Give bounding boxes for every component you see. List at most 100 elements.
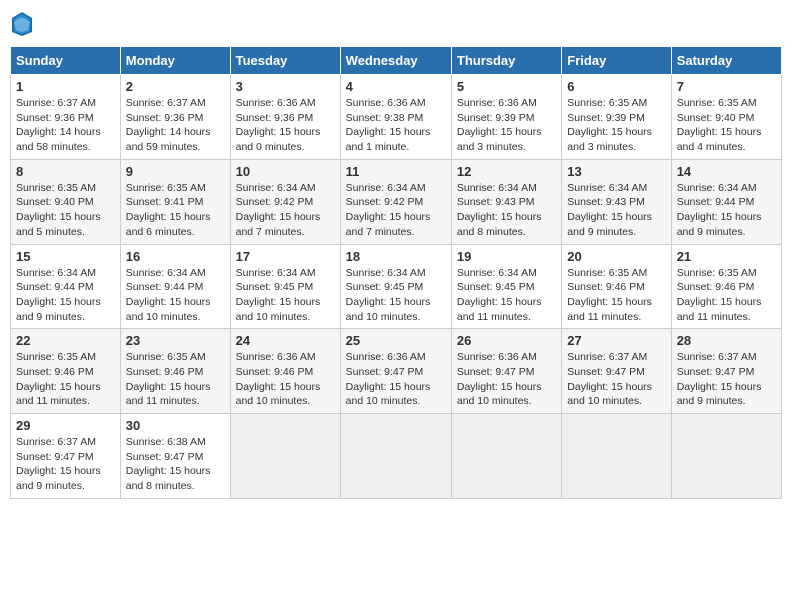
calendar-cell: 4 Sunrise: 6:36 AMSunset: 9:38 PMDaylight… <box>340 75 451 160</box>
day-info: Sunrise: 6:34 AMSunset: 9:45 PMDaylight:… <box>236 266 335 325</box>
calendar-cell <box>340 414 451 499</box>
day-info: Sunrise: 6:35 AMSunset: 9:39 PMDaylight:… <box>567 96 665 155</box>
day-info: Sunrise: 6:34 AMSunset: 9:42 PMDaylight:… <box>346 181 446 240</box>
calendar-cell: 13 Sunrise: 6:34 AMSunset: 9:43 PMDayligh… <box>562 159 671 244</box>
calendar-cell: 25Sunrise: 6:36 AMSunset: 9:47 PMDayligh… <box>340 329 451 414</box>
day-info: Sunrise: 6:36 AMSunset: 9:38 PMDaylight:… <box>346 96 446 155</box>
calendar-cell: 30Sunrise: 6:38 AMSunset: 9:47 PMDayligh… <box>120 414 230 499</box>
calendar-cell: 28 Sunrise: 6:37 AMSunset: 9:47 PMDayligh… <box>671 329 781 414</box>
day-info: Sunrise: 6:35 AMSunset: 9:40 PMDaylight:… <box>16 181 115 240</box>
day-number: 28 <box>677 333 776 348</box>
calendar-week-row: 29 Sunrise: 6:37 AMSunset: 9:47 PMDayligh… <box>11 414 782 499</box>
calendar-cell: 23 Sunrise: 6:35 AMSunset: 9:46 PMDayligh… <box>120 329 230 414</box>
day-info: Sunrise: 6:37 AMSunset: 9:47 PMDaylight:… <box>16 435 115 494</box>
calendar-cell <box>230 414 340 499</box>
day-info: Sunrise: 6:34 AMSunset: 9:44 PMDaylight:… <box>126 266 225 325</box>
day-number: 16 <box>126 249 225 264</box>
day-info: Sunrise: 6:34 AMSunset: 9:45 PMDaylight:… <box>346 266 446 325</box>
day-info: Sunrise: 6:35 AMSunset: 9:46 PMDaylight:… <box>677 266 776 325</box>
day-number: 9 <box>126 164 225 179</box>
calendar-cell: 15 Sunrise: 6:34 AMSunset: 9:44 PMDayligh… <box>11 244 121 329</box>
day-info: Sunrise: 6:35 AMSunset: 9:40 PMDaylight:… <box>677 96 776 155</box>
day-number: 7 <box>677 79 776 94</box>
calendar-cell: 21 Sunrise: 6:35 AMSunset: 9:46 PMDayligh… <box>671 244 781 329</box>
day-info: Sunrise: 6:34 AMSunset: 9:44 PMDaylight:… <box>677 181 776 240</box>
day-info: Sunrise: 6:36 AMSunset: 9:46 PMDaylight:… <box>236 350 335 409</box>
day-number: 22 <box>16 333 115 348</box>
calendar-cell: 16 Sunrise: 6:34 AMSunset: 9:44 PMDayligh… <box>120 244 230 329</box>
day-info: Sunrise: 6:38 AMSunset: 9:47 PMDaylight:… <box>126 435 225 494</box>
weekday-header: Sunday <box>11 47 121 75</box>
day-info: Sunrise: 6:35 AMSunset: 9:46 PMDaylight:… <box>567 266 665 325</box>
day-number: 24 <box>236 333 335 348</box>
day-number: 19 <box>457 249 556 264</box>
day-number: 8 <box>16 164 115 179</box>
day-number: 23 <box>126 333 225 348</box>
day-number: 4 <box>346 79 446 94</box>
day-info: Sunrise: 6:34 AMSunset: 9:44 PMDaylight:… <box>16 266 115 325</box>
page-header <box>10 10 782 38</box>
day-number: 6 <box>567 79 665 94</box>
calendar-cell: 12 Sunrise: 6:34 AMSunset: 9:43 PMDayligh… <box>451 159 561 244</box>
logo-icon <box>10 10 34 38</box>
weekday-header: Friday <box>562 47 671 75</box>
day-info: Sunrise: 6:36 AMSunset: 9:47 PMDaylight:… <box>457 350 556 409</box>
calendar: SundayMondayTuesdayWednesdayThursdayFrid… <box>10 46 782 499</box>
day-info: Sunrise: 6:36 AMSunset: 9:36 PMDaylight:… <box>236 96 335 155</box>
day-number: 27 <box>567 333 665 348</box>
calendar-cell: 24 Sunrise: 6:36 AMSunset: 9:46 PMDayligh… <box>230 329 340 414</box>
calendar-cell: 6 Sunrise: 6:35 AMSunset: 9:39 PMDaylight… <box>562 75 671 160</box>
day-number: 3 <box>236 79 335 94</box>
day-number: 11 <box>346 164 446 179</box>
day-number: 18 <box>346 249 446 264</box>
calendar-week-row: 15 Sunrise: 6:34 AMSunset: 9:44 PMDayligh… <box>11 244 782 329</box>
day-info: Sunrise: 6:34 AMSunset: 9:45 PMDaylight:… <box>457 266 556 325</box>
calendar-cell: 14 Sunrise: 6:34 AMSunset: 9:44 PMDayligh… <box>671 159 781 244</box>
calendar-cell: 5 Sunrise: 6:36 AMSunset: 9:39 PMDaylight… <box>451 75 561 160</box>
day-info: Sunrise: 6:34 AMSunset: 9:42 PMDaylight:… <box>236 181 335 240</box>
calendar-cell: 20 Sunrise: 6:35 AMSunset: 9:46 PMDayligh… <box>562 244 671 329</box>
day-number: 2 <box>126 79 225 94</box>
day-number: 25 <box>346 333 446 348</box>
weekday-header: Tuesday <box>230 47 340 75</box>
weekday-header: Monday <box>120 47 230 75</box>
day-number: 29 <box>16 418 115 433</box>
day-number: 5 <box>457 79 556 94</box>
day-number: 26 <box>457 333 556 348</box>
calendar-cell: 2 Sunrise: 6:37 AMSunset: 9:36 PMDaylight… <box>120 75 230 160</box>
day-info: Sunrise: 6:37 AMSunset: 9:36 PMDaylight:… <box>16 96 115 155</box>
calendar-cell <box>671 414 781 499</box>
calendar-cell <box>451 414 561 499</box>
day-number: 17 <box>236 249 335 264</box>
day-info: Sunrise: 6:36 AMSunset: 9:39 PMDaylight:… <box>457 96 556 155</box>
day-number: 13 <box>567 164 665 179</box>
day-number: 14 <box>677 164 776 179</box>
calendar-cell <box>562 414 671 499</box>
calendar-cell: 8 Sunrise: 6:35 AMSunset: 9:40 PMDaylight… <box>11 159 121 244</box>
calendar-cell: 29 Sunrise: 6:37 AMSunset: 9:47 PMDayligh… <box>11 414 121 499</box>
day-info: Sunrise: 6:35 AMSunset: 9:41 PMDaylight:… <box>126 181 225 240</box>
day-number: 20 <box>567 249 665 264</box>
day-info: Sunrise: 6:34 AMSunset: 9:43 PMDaylight:… <box>567 181 665 240</box>
calendar-week-row: 8 Sunrise: 6:35 AMSunset: 9:40 PMDaylight… <box>11 159 782 244</box>
day-number: 1 <box>16 79 115 94</box>
day-number: 12 <box>457 164 556 179</box>
calendar-cell: 3 Sunrise: 6:36 AMSunset: 9:36 PMDaylight… <box>230 75 340 160</box>
day-number: 10 <box>236 164 335 179</box>
day-info: Sunrise: 6:35 AMSunset: 9:46 PMDaylight:… <box>16 350 115 409</box>
calendar-week-row: 1 Sunrise: 6:37 AMSunset: 9:36 PMDaylight… <box>11 75 782 160</box>
day-info: Sunrise: 6:34 AMSunset: 9:43 PMDaylight:… <box>457 181 556 240</box>
day-info: Sunrise: 6:37 AMSunset: 9:47 PMDaylight:… <box>567 350 665 409</box>
calendar-cell: 18 Sunrise: 6:34 AMSunset: 9:45 PMDayligh… <box>340 244 451 329</box>
calendar-cell: 10 Sunrise: 6:34 AMSunset: 9:42 PMDayligh… <box>230 159 340 244</box>
calendar-week-row: 22 Sunrise: 6:35 AMSunset: 9:46 PMDayligh… <box>11 329 782 414</box>
calendar-cell: 19 Sunrise: 6:34 AMSunset: 9:45 PMDayligh… <box>451 244 561 329</box>
weekday-header: Thursday <box>451 47 561 75</box>
day-info: Sunrise: 6:37 AMSunset: 9:47 PMDaylight:… <box>677 350 776 409</box>
calendar-cell: 9 Sunrise: 6:35 AMSunset: 9:41 PMDaylight… <box>120 159 230 244</box>
calendar-cell: 26 Sunrise: 6:36 AMSunset: 9:47 PMDayligh… <box>451 329 561 414</box>
day-info: Sunrise: 6:35 AMSunset: 9:46 PMDaylight:… <box>126 350 225 409</box>
day-number: 15 <box>16 249 115 264</box>
day-number: 21 <box>677 249 776 264</box>
day-info: Sunrise: 6:37 AMSunset: 9:36 PMDaylight:… <box>126 96 225 155</box>
